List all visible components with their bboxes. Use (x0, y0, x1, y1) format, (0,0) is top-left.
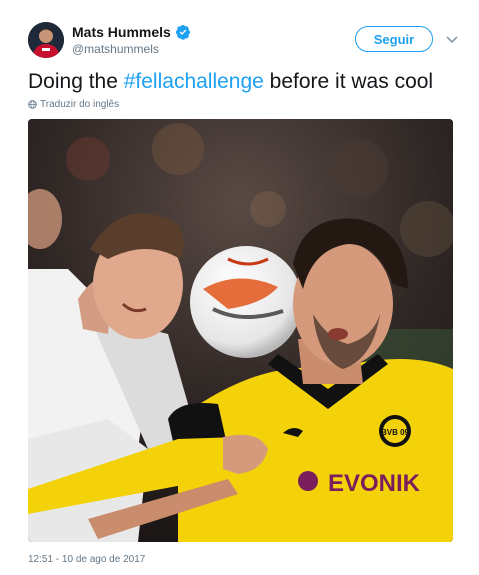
tweet-header: Mats Hummels @matshummels Seguir (28, 20, 459, 60)
avatar[interactable] (28, 22, 64, 58)
football-photo: BVB 09 EVONIK (28, 119, 453, 542)
tweet-photo[interactable]: BVB 09 EVONIK (28, 119, 453, 542)
verified-badge-icon (175, 25, 190, 40)
user-info: Mats Hummels @matshummels (72, 24, 191, 56)
hashtag-link[interactable]: #fellachallenge (124, 70, 264, 93)
timestamp[interactable]: 12:51 - 10 de ago de 2017 (28, 554, 145, 565)
user-handle[interactable]: @matshummels (72, 42, 191, 56)
globe-icon (28, 100, 37, 109)
display-name[interactable]: Mats Hummels (72, 24, 171, 40)
translate-link[interactable]: Traduzir do inglês (28, 99, 119, 110)
crest-text: BVB 09 (381, 428, 410, 437)
tweet-text: Doing the #fellachallenge before it was … (28, 70, 433, 94)
tweet-text-before: Doing the (28, 70, 124, 93)
sponsor-text: EVONIK (328, 470, 421, 497)
follow-button[interactable]: Seguir (355, 26, 433, 52)
translate-label: Traduzir do inglês (40, 99, 120, 110)
tweet-text-after: before it was cool (263, 70, 434, 93)
chevron-down-icon[interactable] (445, 32, 459, 46)
